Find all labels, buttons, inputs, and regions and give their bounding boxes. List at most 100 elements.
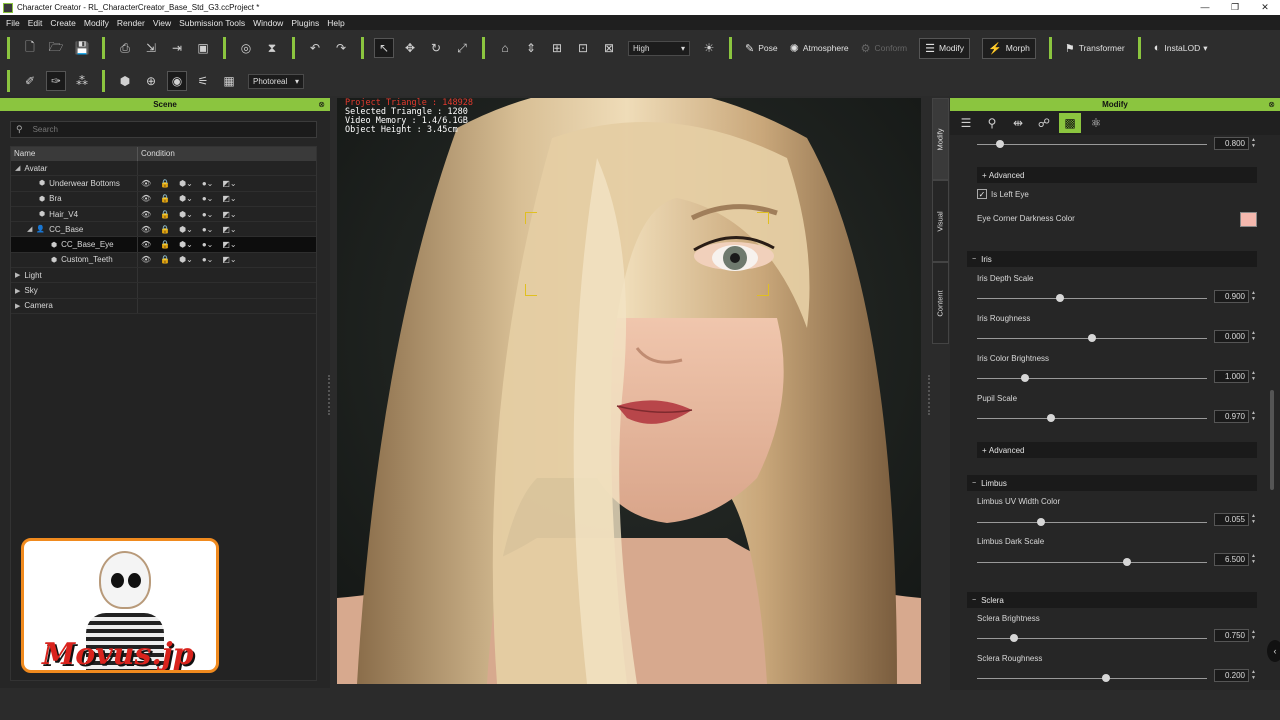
value-spinner[interactable]: ▲ ▼ bbox=[1250, 290, 1257, 303]
clothing-icon[interactable]: ⧗ bbox=[262, 38, 282, 58]
menu-plugins[interactable]: Plugins bbox=[291, 18, 319, 28]
new-file-icon[interactable]: 🗋 bbox=[20, 38, 40, 58]
visibility-eye-icon[interactable]: 👁 bbox=[141, 255, 151, 264]
atom-icon[interactable]: ⚛ bbox=[1085, 113, 1107, 133]
pose-button[interactable]: ✎ Pose bbox=[745, 42, 778, 55]
visibility-eye-icon[interactable]: 👁 bbox=[141, 179, 151, 188]
transformer-button[interactable]: ⚑ Transformer bbox=[1065, 42, 1125, 55]
undo-icon[interactable]: ↶ bbox=[305, 38, 325, 58]
save-icon[interactable]: 💾 bbox=[72, 38, 92, 58]
limbus-uv-width-slider[interactable] bbox=[977, 518, 1207, 526]
expand-arrow-icon[interactable]: ◢ bbox=[15, 164, 20, 172]
scene-icon[interactable]: ◎ bbox=[236, 38, 256, 58]
light-icon[interactable]: ●⌄ bbox=[202, 225, 214, 234]
menu-view[interactable]: View bbox=[153, 18, 171, 28]
redo-icon[interactable]: ↷ bbox=[331, 38, 351, 58]
mesh-icon[interactable]: ⬢⌄ bbox=[179, 210, 193, 219]
lock-icon[interactable]: 🔒 bbox=[160, 255, 170, 264]
value-spinner[interactable]: ▲ ▼ bbox=[1250, 330, 1257, 343]
tree-row[interactable]: ⬢ Underwear Bottoms 👁 🔒 ⬢⌄ ●⌄ ◩⌄ bbox=[11, 176, 316, 192]
is-left-eye-checkbox[interactable]: ✓ Is Left Eye bbox=[977, 189, 1029, 199]
tab-modify[interactable]: Modify bbox=[932, 98, 949, 180]
menu-edit[interactable]: Edit bbox=[28, 18, 43, 28]
lock-icon[interactable]: 🔒 bbox=[160, 194, 170, 203]
sliders-icon[interactable]: ☰ bbox=[955, 113, 977, 133]
motion-icon[interactable]: ⚲ bbox=[981, 113, 1003, 133]
sculpt-icon[interactable]: ✑ bbox=[46, 71, 66, 91]
pupil-scale-slider[interactable] bbox=[977, 414, 1207, 422]
atmosphere-button[interactable]: ✺ Atmosphere bbox=[790, 42, 849, 55]
sclera-roughness-value-field[interactable]: 0.200 bbox=[1214, 669, 1249, 682]
top-slider[interactable] bbox=[977, 140, 1207, 148]
mesh-icon[interactable]: ⬢⌄ bbox=[179, 240, 193, 249]
menu-create[interactable]: Create bbox=[50, 18, 76, 28]
iris-roughness-slider[interactable] bbox=[977, 334, 1207, 342]
slider-knob[interactable] bbox=[996, 140, 1004, 148]
value-spinner[interactable]: ▲ ▼ bbox=[1250, 553, 1257, 566]
scene-search-input[interactable]: ⚲ Search bbox=[10, 121, 317, 138]
visibility-eye-icon[interactable]: 👁 bbox=[141, 194, 151, 203]
mesh-icon[interactable]: ⬢⌄ bbox=[179, 255, 193, 264]
limbus-dark-scale-slider[interactable] bbox=[977, 558, 1207, 566]
visibility-eye-icon[interactable]: 👁 bbox=[141, 240, 151, 249]
tree-row[interactable]: ⬢ Bra 👁 🔒 ⬢⌄ ●⌄ ◩⌄ bbox=[11, 191, 316, 207]
brush-icon[interactable]: ✐ bbox=[20, 71, 40, 91]
tab-visual[interactable]: Visual bbox=[932, 180, 949, 262]
material-icon[interactable]: ◩⌄ bbox=[222, 210, 236, 219]
tree-row[interactable]: ◢ Avatar bbox=[11, 161, 316, 177]
value-spinner[interactable]: ▲ ▼ bbox=[1250, 629, 1257, 642]
maximize-button[interactable]: ❐ bbox=[1220, 0, 1250, 15]
light-icon[interactable]: ●⌄ bbox=[202, 240, 214, 249]
tree-row[interactable]: ⬢ Hair_V4 👁 🔒 ⬢⌄ ●⌄ ◩⌄ bbox=[11, 206, 316, 223]
fit-icon[interactable]: ⇕ bbox=[521, 38, 541, 58]
morph-button[interactable]: ⚡ Morph bbox=[982, 37, 1036, 59]
calendar-icon[interactable]: ▦ bbox=[219, 71, 239, 91]
menu-submission-tools[interactable]: Submission Tools bbox=[179, 18, 245, 28]
column-condition[interactable]: Condition bbox=[138, 147, 175, 161]
render-mode-select[interactable]: Photoreal ▾ bbox=[248, 73, 304, 89]
material-icon[interactable]: ◩⌄ bbox=[222, 194, 236, 203]
scale-icon[interactable]: ⤢ bbox=[452, 38, 472, 58]
value-spinner[interactable]: ▲ ▼ bbox=[1250, 137, 1257, 150]
menu-modify[interactable]: Modify bbox=[84, 18, 109, 28]
slider-knob[interactable] bbox=[1101, 674, 1110, 682]
limbus-uv-width-value-field[interactable]: 0.055 bbox=[1214, 513, 1249, 526]
value-spinner[interactable]: ▲ ▼ bbox=[1250, 513, 1257, 526]
lock-icon[interactable]: 🔒 bbox=[160, 240, 170, 249]
home-icon[interactable]: ⌂ bbox=[495, 38, 515, 58]
light-icon[interactable]: ●⌄ bbox=[202, 255, 214, 264]
advanced-section-1[interactable]: + Advanced bbox=[977, 167, 1257, 183]
pupil-scale-value-field[interactable]: 0.970 bbox=[1214, 410, 1249, 423]
close-button[interactable]: ✕ bbox=[1250, 0, 1280, 15]
iris-depth-slider[interactable] bbox=[977, 294, 1207, 302]
visibility-eye-icon[interactable]: 👁 bbox=[141, 225, 151, 234]
chevron-left-icon[interactable]: ‹ bbox=[1267, 640, 1280, 662]
advanced-section-2[interactable]: + Advanced bbox=[977, 442, 1257, 458]
send-icon[interactable]: ⇥ bbox=[167, 38, 187, 58]
value-spinner[interactable]: ▲ ▼ bbox=[1250, 410, 1257, 423]
light-icon[interactable]: ●⌄ bbox=[202, 210, 214, 219]
collapse-arrow-icon[interactable]: ▶ bbox=[15, 302, 20, 310]
menu-window[interactable]: Window bbox=[253, 18, 283, 28]
slider-knob[interactable] bbox=[1055, 294, 1064, 302]
light-icon[interactable]: ●⌄ bbox=[202, 179, 214, 188]
material-icon[interactable]: ⬢ bbox=[115, 71, 135, 91]
settings-sliders-icon[interactable]: ⚟ bbox=[193, 71, 213, 91]
material-icon[interactable]: ◩⌄ bbox=[222, 255, 236, 264]
mesh-icon[interactable]: ⬢⌄ bbox=[179, 194, 193, 203]
limbus-section[interactable]: − Limbus bbox=[967, 475, 1257, 491]
camera-view-icon[interactable]: ⊠ bbox=[599, 38, 619, 58]
export-icon[interactable]: ⇲ bbox=[141, 38, 161, 58]
column-name[interactable]: Name bbox=[11, 147, 138, 161]
menu-help[interactable]: Help bbox=[327, 18, 344, 28]
slider-knob[interactable] bbox=[1009, 634, 1018, 642]
lock-icon[interactable]: 🔒 bbox=[160, 179, 170, 188]
slider-knob[interactable] bbox=[1046, 414, 1055, 422]
menu-file[interactable]: File bbox=[6, 18, 20, 28]
instalod-button[interactable]: ◐ InstaLOD ▾ bbox=[1154, 42, 1208, 54]
sclera-brightness-slider[interactable] bbox=[977, 634, 1207, 642]
mesh-icon[interactable]: ⬢⌄ bbox=[179, 179, 193, 188]
iris-color-brightness-value-field[interactable]: 1.000 bbox=[1214, 370, 1249, 383]
move-icon[interactable]: ✥ bbox=[400, 38, 420, 58]
tree-row[interactable]: ⬢ Custom_Teeth 👁 🔒 ⬢⌄ ●⌄ ◩⌄ bbox=[11, 252, 316, 269]
